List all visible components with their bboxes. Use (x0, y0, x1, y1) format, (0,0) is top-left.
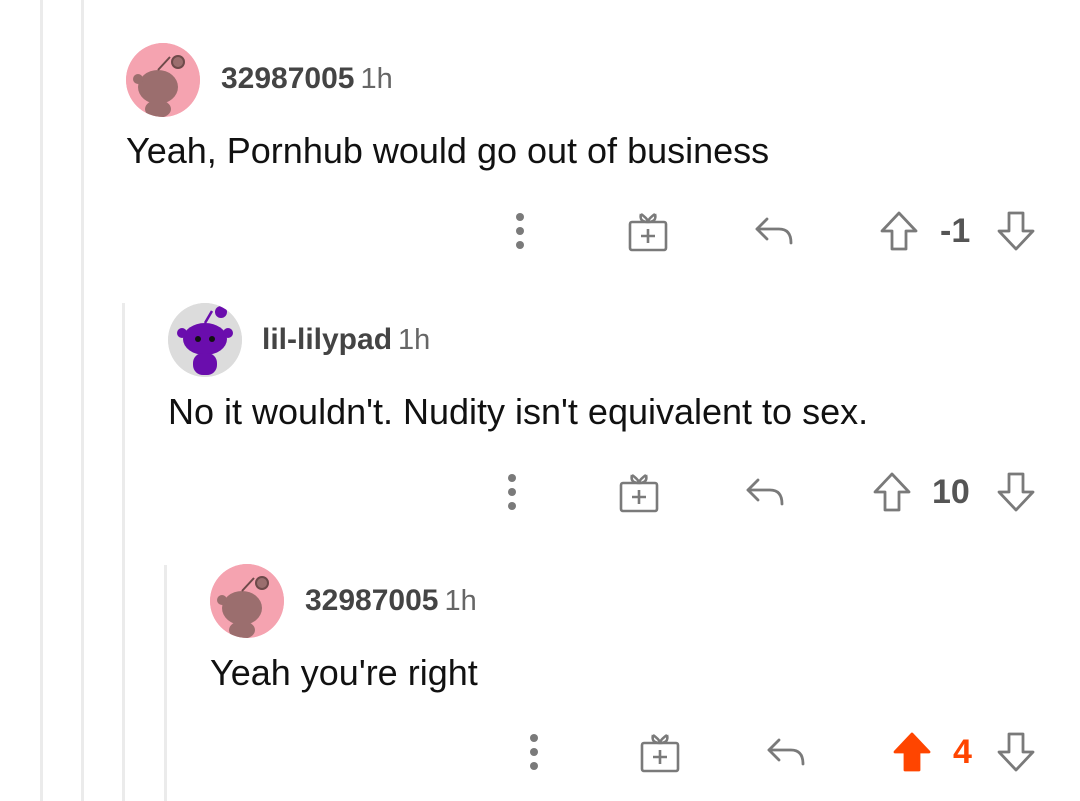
snoo-avatar-icon (210, 564, 284, 638)
reply-arrow-icon (767, 738, 805, 766)
reply-button[interactable] (764, 728, 808, 776)
more-options-icon (530, 734, 538, 770)
award-button[interactable] (638, 728, 682, 776)
upvote-arrow-icon (893, 732, 931, 772)
upvote-button-active[interactable] (891, 728, 933, 776)
downvote-arrow-icon (997, 732, 1035, 772)
comment-actions: 4 (0, 728, 1080, 776)
comment-meta: 32987005 1h (305, 584, 477, 618)
comment-body: Yeah you're right (210, 652, 478, 693)
more-options-button[interactable] (519, 728, 549, 776)
user-avatar[interactable] (210, 564, 284, 638)
comment: 32987005 1h Yeah you're right 4 (0, 0, 1080, 801)
vote-score: 4 (953, 733, 972, 771)
downvote-button[interactable] (995, 728, 1037, 776)
award-gift-icon (640, 733, 680, 773)
author-name[interactable]: 32987005 (305, 584, 438, 617)
timestamp: 1h (444, 585, 477, 617)
